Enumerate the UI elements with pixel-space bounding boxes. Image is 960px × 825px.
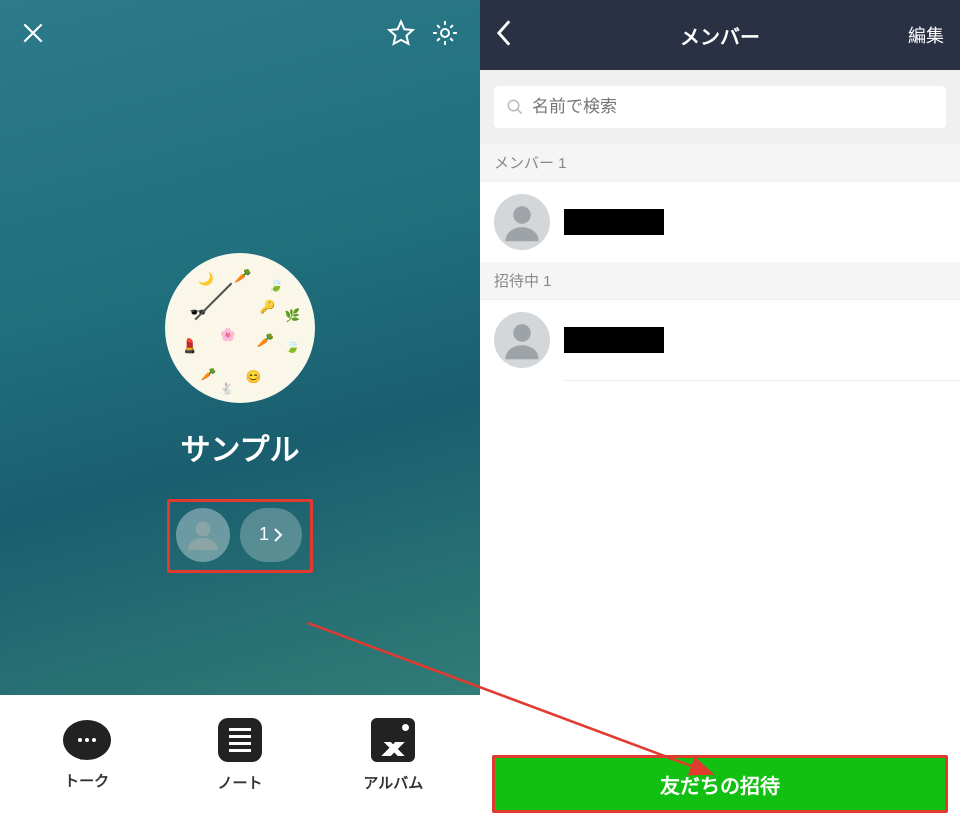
talk-button[interactable]: トーク (22, 720, 152, 791)
svg-text:🔑: 🔑 (260, 299, 276, 315)
svg-text:🍃: 🍃 (285, 338, 301, 353)
note-button[interactable]: ノート (175, 718, 305, 793)
talk-label: トーク (64, 770, 109, 791)
edit-button[interactable]: 編集 (908, 22, 944, 48)
svg-text:🥕: 🥕 (257, 331, 274, 347)
search-icon (506, 98, 524, 116)
profile-panel: 🌙 🥕 🍃 🕶️ 🔑 🌿 💄 🌸 🥕 🍃 🥕 😊 🐇 サンプル (0, 0, 480, 825)
svg-text:🌸: 🌸 (220, 327, 236, 342)
profile-body: 🌙 🥕 🍃 🕶️ 🔑 🌿 💄 🌸 🥕 🍃 🥕 😊 🐇 サンプル (0, 70, 480, 695)
svg-text:🌙: 🌙 (198, 271, 214, 287)
album-label: アルバム (363, 772, 423, 793)
member-summary[interactable]: 1 (167, 499, 313, 573)
avatar (494, 194, 550, 250)
pending-name-redacted (564, 327, 664, 353)
group-name: サンプル (180, 425, 299, 469)
search-input[interactable] (532, 97, 934, 117)
chat-icon (63, 720, 111, 760)
svg-text:😊: 😊 (246, 369, 262, 384)
navbar-title: メンバー (680, 21, 760, 50)
close-icon[interactable] (20, 20, 46, 51)
invite-friends-button[interactable]: 友だちの招待 (492, 755, 948, 813)
members-section-header: メンバー 1 (480, 144, 960, 182)
note-icon (218, 718, 262, 762)
member-row[interactable] (480, 182, 960, 262)
gear-icon[interactable] (430, 18, 460, 53)
member-name-redacted (564, 209, 664, 235)
member-count-pill[interactable]: 1 (240, 508, 302, 562)
member-avatar-icon (176, 508, 230, 562)
chevron-right-icon (273, 528, 283, 542)
avatar (494, 312, 550, 368)
members-navbar: メンバー 編集 (480, 0, 960, 70)
group-avatar[interactable]: 🌙 🥕 🍃 🕶️ 🔑 🌿 💄 🌸 🥕 🍃 🥕 😊 🐇 (165, 253, 315, 403)
note-label: ノート (217, 772, 262, 793)
search-field[interactable] (494, 86, 946, 128)
back-icon[interactable] (496, 20, 512, 51)
album-icon (371, 718, 415, 762)
member-count: 1 (259, 524, 269, 545)
pending-section-header: 招待中 1 (480, 262, 960, 300)
star-icon[interactable] (386, 18, 416, 53)
members-panel: メンバー 編集 メンバー 1 招待中 1 友だちの招待 (480, 0, 960, 825)
pending-row[interactable] (480, 300, 960, 380)
album-button[interactable]: アルバム (328, 718, 458, 793)
svg-text:💄: 💄 (181, 336, 198, 354)
profile-header (0, 0, 480, 70)
svg-text:🐇: 🐇 (220, 381, 234, 395)
svg-text:🥕: 🥕 (234, 267, 251, 283)
profile-actions: トーク ノート アルバム (0, 695, 480, 825)
svg-text:🍃: 🍃 (268, 276, 284, 291)
search-container (480, 70, 960, 144)
svg-text:🌿: 🌿 (285, 307, 301, 322)
svg-text:🥕: 🥕 (201, 366, 217, 381)
